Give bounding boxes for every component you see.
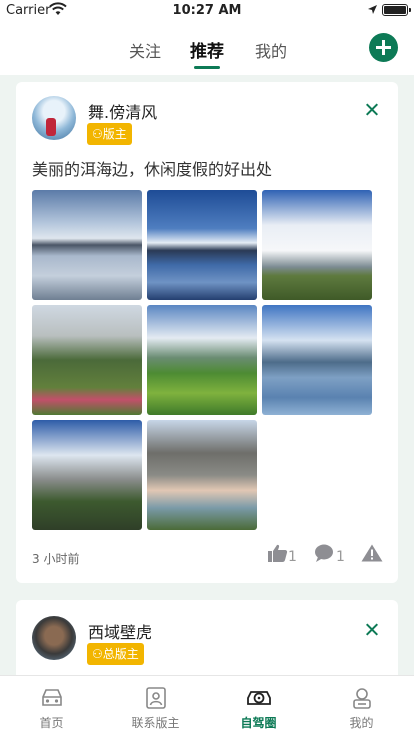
nav-profile[interactable]: 我的: [310, 676, 413, 736]
post-card: 舞.傍清风 ⚇版主 美丽的洱海边，休闲度假的好出处 3 小时前 1 1: [16, 82, 398, 583]
close-icon[interactable]: [362, 620, 382, 640]
battery-icon: [382, 4, 411, 16]
moderator-badge: ⚇总版主: [87, 643, 144, 665]
tab-recommended[interactable]: 推荐: [190, 37, 224, 62]
post-text: 美丽的洱海边，休闲度假的好出处: [32, 160, 273, 179]
nav-driving-circle[interactable]: 自驾圈: [207, 676, 310, 736]
contact-card-icon: [146, 687, 166, 709]
avatar[interactable]: [32, 96, 76, 140]
post-photo[interactable]: [262, 305, 372, 415]
nav-home[interactable]: 首页: [0, 676, 103, 736]
thumbs-up-icon[interactable]: [268, 544, 288, 562]
report-warning-icon[interactable]: [361, 544, 383, 562]
location-arrow-icon: [368, 5, 377, 14]
add-post-button[interactable]: [369, 33, 398, 62]
post-photo[interactable]: [147, 305, 257, 415]
tab-mine[interactable]: 我的: [255, 38, 287, 62]
post-photo[interactable]: [147, 420, 257, 530]
comment-count: 1: [336, 549, 345, 565]
badge-label: 版主: [102, 127, 127, 141]
post-photo[interactable]: [262, 190, 372, 300]
moderator-badge: ⚇版主: [87, 123, 132, 145]
nav-contact-moderator[interactable]: 联系版主: [104, 676, 207, 736]
nav-label: 自驾圈: [240, 716, 277, 730]
like-count: 1: [288, 549, 297, 565]
close-icon[interactable]: [362, 100, 382, 120]
bottom-nav: 首页 联系版主 自驾圈 我的: [0, 675, 414, 736]
post-photo[interactable]: [147, 190, 257, 300]
comment-icon[interactable]: [314, 544, 334, 562]
post-photo[interactable]: [32, 305, 142, 415]
car-icon: [42, 689, 62, 706]
post-author[interactable]: 舞.傍清风: [88, 99, 157, 123]
nav-label: 联系版主: [131, 716, 180, 730]
user-profile-icon: [353, 688, 371, 709]
tab-following[interactable]: 关注: [129, 38, 161, 62]
post-photo[interactable]: [32, 190, 142, 300]
active-tab-indicator: [194, 66, 220, 69]
avatar[interactable]: [32, 616, 76, 660]
top-nav: 关注 推荐 我的: [0, 22, 414, 75]
steering-wheel-car-icon: [247, 691, 271, 705]
badge-label: 总版主: [102, 647, 139, 661]
nav-label: 我的: [349, 716, 374, 730]
post-time: 3 小时前: [32, 552, 80, 566]
nav-label: 首页: [39, 716, 64, 730]
clock: 10:27 AM: [172, 3, 242, 18]
post-photo[interactable]: [32, 420, 142, 530]
status-bar: Carrier 10:27 AM: [0, 0, 414, 22]
post-author[interactable]: 西域壁虎: [88, 619, 152, 643]
